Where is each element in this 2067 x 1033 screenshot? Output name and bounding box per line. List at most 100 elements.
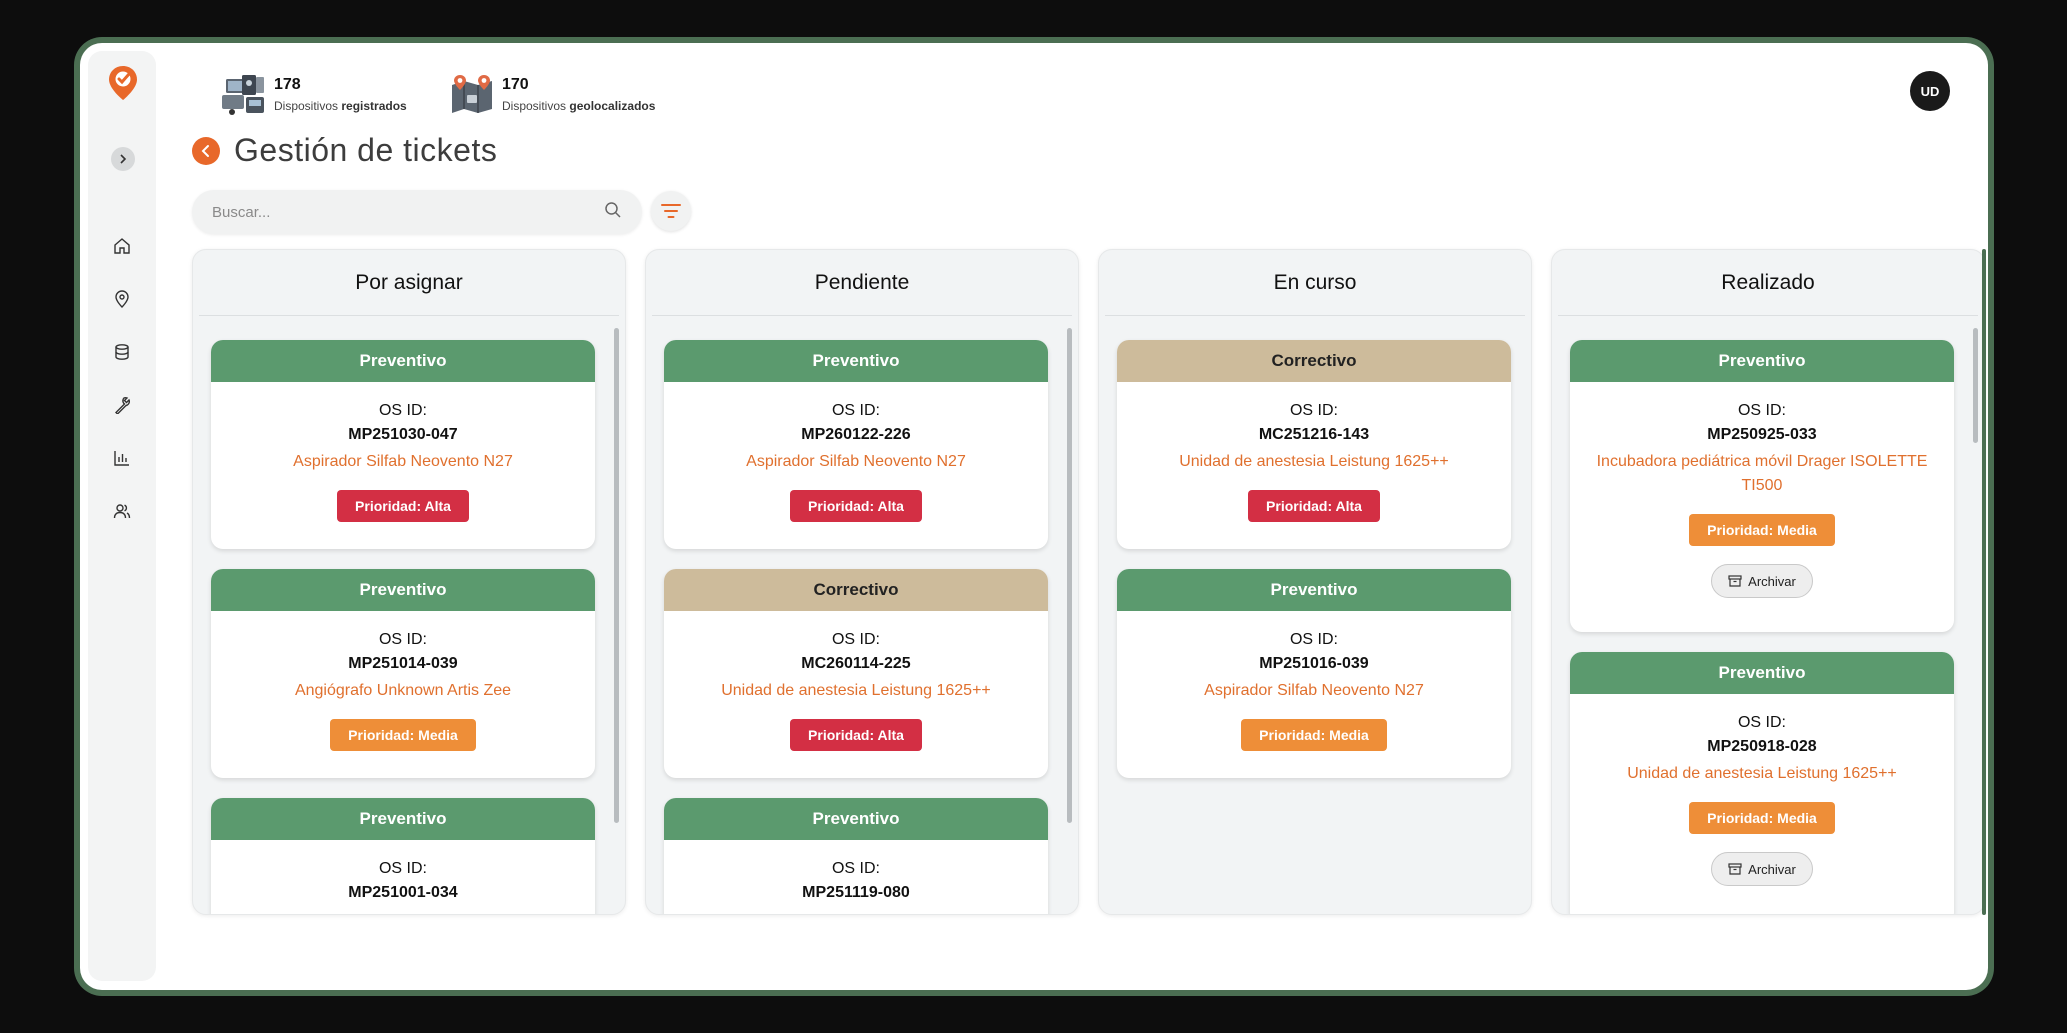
filter-icon (661, 204, 681, 218)
archive-icon (1728, 575, 1742, 587)
back-button[interactable] (192, 136, 220, 165)
search-icon[interactable] (604, 201, 622, 224)
device-name: Angiógrafo Unknown Artis Zee (294, 682, 512, 699)
nav-users-icon[interactable] (107, 496, 137, 526)
device-name: Incubadora pediátrica móvil Drager ISOLE… (1596, 453, 1928, 494)
ticket-type: Preventivo (664, 340, 1048, 382)
ticket-type: Correctivo (1117, 340, 1511, 382)
os-id-label: OS ID: (378, 402, 427, 419)
stat-geolocated-value: 170 (502, 75, 529, 93)
ticket-type: Preventivo (1117, 569, 1511, 611)
stat-geolocated: 170 Dispositivos geolocalizados (448, 71, 655, 117)
os-id: MP260122-226 (801, 426, 911, 443)
stat-geolocated-label-bold: geolocalizados (569, 98, 656, 113)
device-name: Unidad de anestesia Leistung 1625++ (721, 682, 991, 699)
column-title: Realizado (1558, 250, 1978, 316)
column-en-curso: En curso Correctivo OS ID: MC251216-143 … (1098, 249, 1532, 915)
ticket-card[interactable]: Correctivo OS ID: MC260114-225 Unidad de… (664, 569, 1048, 778)
column-title: Pendiente (652, 250, 1072, 316)
stat-registered: 178 Dispositivos registrados (220, 71, 407, 117)
priority-badge: Prioridad: Alta (790, 719, 922, 751)
board-scrollbar[interactable] (1982, 249, 1986, 915)
ticket-type: Preventivo (1570, 652, 1954, 694)
column-title: En curso (1105, 250, 1525, 316)
stat-registered-label-bold: registrados (341, 98, 407, 113)
priority-badge: Prioridad: Media (1689, 802, 1835, 834)
sidebar-expand-button[interactable] (111, 147, 135, 171)
ticket-card[interactable]: Preventivo OS ID: MP251030-047 Aspirador… (211, 340, 595, 549)
user-avatar[interactable]: UD (1910, 71, 1950, 111)
ticket-card[interactable]: Preventivo OS ID: MP251014-039 Angiógraf… (211, 569, 595, 778)
ticket-type: Preventivo (211, 798, 595, 840)
nav-wrench-icon[interactable] (107, 390, 137, 420)
os-id: MC260114-225 (801, 655, 911, 672)
page-header: Gestión de tickets (192, 132, 497, 169)
priority-badge: Prioridad: Alta (337, 490, 469, 522)
app-frame: 178 Dispositivos registrados 170 Disposi… (74, 37, 1994, 996)
device-name: Unidad de anestesia Leistung 1625++ (1179, 453, 1449, 470)
archive-icon (1728, 863, 1742, 875)
os-id-label: OS ID: (1737, 714, 1786, 731)
archive-button[interactable]: Archivar (1711, 564, 1813, 598)
search-input[interactable] (212, 203, 604, 221)
os-id: MP251030-047 (348, 426, 458, 443)
search-bar (192, 190, 642, 234)
ticket-type: Preventivo (1570, 340, 1954, 382)
stat-geolocated-label: Dispositivos (502, 98, 567, 113)
device-name: Aspirador Silfab Neovento N27 (293, 453, 513, 470)
stat-registered-value: 178 (274, 75, 301, 93)
os-id-label: OS ID: (831, 860, 880, 877)
nav-home-icon[interactable] (107, 231, 137, 261)
ticket-card[interactable]: Correctivo OS ID: MC251216-143 Unidad de… (1117, 340, 1511, 549)
priority-badge: Prioridad: Alta (1248, 490, 1380, 522)
ticket-type: Preventivo (211, 340, 595, 382)
sidebar (88, 51, 156, 981)
archive-label: Archivar (1748, 573, 1796, 589)
ticket-card[interactable]: Preventivo OS ID: MP251016-039 Aspirador… (1117, 569, 1511, 778)
stat-registered-label: Dispositivos (274, 98, 339, 113)
column-por-asignar: Por asignar Preventivo OS ID: MP251030-0… (192, 249, 626, 915)
os-id-label: OS ID: (1289, 402, 1338, 419)
devices-geolocated-icon (448, 71, 496, 117)
ticket-card[interactable]: Preventivo OS ID: MP251119-080 (664, 798, 1048, 914)
os-id-label: OS ID: (378, 631, 427, 648)
logo-icon[interactable] (108, 65, 138, 101)
nav-location-icon[interactable] (107, 284, 137, 314)
ticket-card[interactable]: Preventivo OS ID: MP251001-034 (211, 798, 595, 914)
os-id: MP250925-033 (1707, 426, 1817, 443)
os-id: MP251014-039 (348, 655, 458, 672)
column-realizado: Realizado Preventivo OS ID: MP250925-033… (1551, 249, 1985, 915)
priority-badge: Prioridad: Media (1689, 514, 1835, 546)
os-id-label: OS ID: (1737, 402, 1786, 419)
archive-label: Archivar (1748, 861, 1796, 877)
filter-button[interactable] (651, 191, 691, 231)
priority-badge: Prioridad: Media (330, 719, 476, 751)
ticket-card[interactable]: Preventivo OS ID: MP250918-028 Unidad de… (1570, 652, 1954, 914)
os-id: MC251216-143 (1258, 426, 1370, 443)
os-id-label: OS ID: (378, 860, 427, 877)
os-id-label: OS ID: (831, 402, 880, 419)
column-pendiente: Pendiente Preventivo OS ID: MP260122-226… (645, 249, 1079, 915)
priority-badge: Prioridad: Alta (790, 490, 922, 522)
nav-database-icon[interactable] (107, 337, 137, 367)
kanban-board: Por asignar Preventivo OS ID: MP251030-0… (192, 249, 1987, 915)
archive-button[interactable]: Archivar (1711, 852, 1813, 886)
os-id: MP251016-039 (1259, 655, 1369, 672)
ticket-card[interactable]: Preventivo OS ID: MP250925-033 Incubador… (1570, 340, 1954, 632)
priority-badge: Prioridad: Media (1241, 719, 1387, 751)
page-title: Gestión de tickets (234, 132, 498, 168)
devices-registered-icon (220, 71, 268, 117)
device-name: Unidad de anestesia Leistung 1625++ (1627, 765, 1897, 782)
os-id-label: OS ID: (1289, 631, 1338, 648)
device-name: Aspirador Silfab Neovento N27 (746, 453, 966, 470)
os-id: MP250918-028 (1707, 738, 1817, 755)
os-id: MP251119-080 (802, 884, 910, 901)
ticket-type: Preventivo (211, 569, 595, 611)
device-name: Aspirador Silfab Neovento N27 (1204, 682, 1424, 699)
column-title: Por asignar (199, 250, 619, 316)
ticket-card[interactable]: Preventivo OS ID: MP260122-226 Aspirador… (664, 340, 1048, 549)
os-id: MP251001-034 (348, 884, 458, 901)
ticket-type: Preventivo (664, 798, 1048, 840)
os-id-label: OS ID: (831, 631, 880, 648)
nav-chart-icon[interactable] (107, 443, 137, 473)
